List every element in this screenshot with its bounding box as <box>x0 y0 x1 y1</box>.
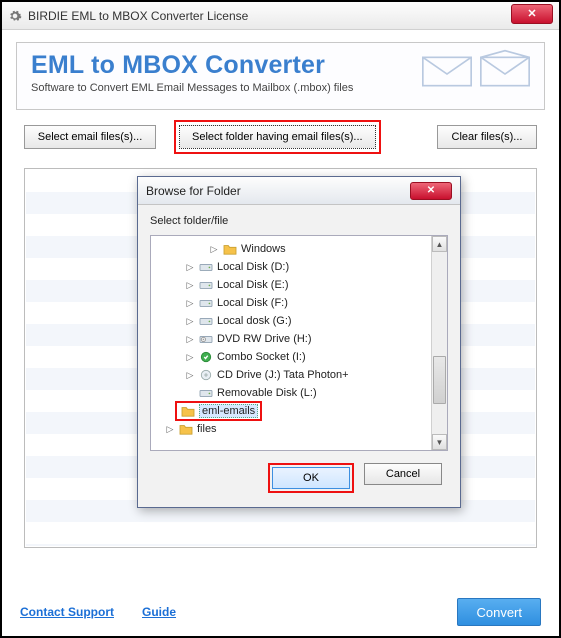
tree-node[interactable]: ▷ Local Disk (D:) <box>155 258 447 276</box>
dvd-icon <box>198 332 214 346</box>
drive-icon <box>198 296 214 310</box>
envelope-icon <box>422 49 472 89</box>
tree-node[interactable]: ▷ Local dosk (G:) <box>155 312 447 330</box>
scroll-thumb[interactable] <box>433 356 446 404</box>
drive-icon <box>198 314 214 328</box>
window-close-button[interactable]: ✕ <box>511 4 553 24</box>
scroll-down-button[interactable]: ▼ <box>432 434 447 450</box>
ok-button[interactable]: OK <box>272 467 350 489</box>
tree-node[interactable]: ▷ files <box>155 420 447 438</box>
tree-node-label[interactable]: Local Disk (F:) <box>217 297 288 309</box>
tree-node[interactable]: ▷ Local Disk (E:) <box>155 276 447 294</box>
dialog-body: Select folder/file ▷ Windows ▷ Local Disk (… <box>138 205 460 507</box>
expand-icon[interactable]: ▷ <box>185 262 195 273</box>
dialog-title: Browse for Folder <box>146 184 410 198</box>
gear-icon <box>8 9 22 23</box>
tree-node[interactable]: ▷ Local Disk (F:) <box>155 294 447 312</box>
envelope-icon <box>480 49 530 89</box>
expand-icon[interactable]: ▷ <box>185 316 195 327</box>
convert-button[interactable]: Convert <box>457 598 541 626</box>
close-icon: ✕ <box>427 185 435 196</box>
browse-folder-dialog: Browse for Folder ✕ Select folder/file ▷… <box>137 176 461 508</box>
expand-icon[interactable]: ▷ <box>185 280 195 291</box>
expand-icon[interactable]: ▷ <box>185 298 195 309</box>
tree-scrollbar[interactable]: ▲ ▼ <box>431 236 447 450</box>
expand-icon[interactable]: ▷ <box>209 244 219 255</box>
tree-node-label[interactable]: DVD RW Drive (H:) <box>217 333 312 345</box>
close-icon: ✕ <box>527 7 536 20</box>
folder-icon <box>180 404 196 418</box>
select-folder-button[interactable]: Select folder having email files(s)... <box>179 125 376 149</box>
select-folder-highlight: Select folder having email files(s)... <box>174 120 381 154</box>
cd-icon <box>198 368 214 382</box>
tree-node[interactable]: ▷ DVD RW Drive (H:) <box>155 330 447 348</box>
ok-highlight: OK <box>268 463 354 493</box>
folder-icon <box>222 242 238 256</box>
tree-node[interactable]: Removable Disk (L:) <box>155 384 447 402</box>
tree-node-label[interactable]: Local Disk (D:) <box>217 261 289 273</box>
expand-icon[interactable]: ▷ <box>185 370 195 381</box>
tree-node-label[interactable]: eml-emails <box>199 404 258 418</box>
folder-tree[interactable]: ▷ Windows ▷ Local Disk (D:) ▷ Local Disk (E:)… <box>150 235 448 451</box>
dialog-instruction: Select folder/file <box>150 215 448 227</box>
cancel-button[interactable]: Cancel <box>364 463 442 485</box>
window-title: BIRDIE EML to MBOX Converter License <box>28 9 511 23</box>
toolbar: Select email files(s)... Select folder h… <box>2 120 559 154</box>
tree-node-label[interactable]: CD Drive (J:) Tata Photon+ <box>217 369 349 381</box>
main-titlebar: BIRDIE EML to MBOX Converter License ✕ <box>2 2 559 30</box>
tree-node-label[interactable]: files <box>197 423 217 435</box>
tree-node-label[interactable]: Removable Disk (L:) <box>217 387 317 399</box>
expand-icon[interactable]: ▷ <box>185 352 195 363</box>
app-banner: EML to MBOX Converter Software to Conver… <box>16 42 545 110</box>
tree-node[interactable]: ▷ Windows <box>155 240 447 258</box>
footer: Contact Support Guide Convert <box>2 598 559 626</box>
guide-link[interactable]: Guide <box>142 605 176 619</box>
tree-node-label[interactable]: Local Disk (E:) <box>217 279 289 291</box>
tree-node[interactable]: ▷ Combo Socket (I:) <box>155 348 447 366</box>
tree-node-label[interactable]: Combo Socket (I:) <box>217 351 306 363</box>
dialog-titlebar: Browse for Folder ✕ <box>138 177 460 205</box>
drive-icon <box>198 278 214 292</box>
tree-node-label[interactable]: Windows <box>241 243 286 255</box>
clear-files-button[interactable]: Clear files(s)... <box>437 125 537 149</box>
scroll-up-button[interactable]: ▲ <box>432 236 447 252</box>
drive-icon <box>198 386 214 400</box>
contact-support-link[interactable]: Contact Support <box>20 605 114 619</box>
expand-icon[interactable]: ▷ <box>165 424 175 435</box>
folder-icon <box>178 422 194 436</box>
drive-icon <box>198 260 214 274</box>
envelope-decoration <box>422 49 530 89</box>
select-email-files-button[interactable]: Select email files(s)... <box>24 125 156 149</box>
usb-icon <box>198 350 214 364</box>
expand-icon[interactable]: ▷ <box>185 334 195 345</box>
dialog-close-button[interactable]: ✕ <box>410 182 452 200</box>
selected-node-highlight: eml-emails <box>175 401 262 421</box>
tree-node[interactable]: eml-emails <box>155 402 447 420</box>
dialog-button-row: OK Cancel <box>150 463 448 493</box>
tree-node[interactable]: ▷ CD Drive (J:) Tata Photon+ <box>155 366 447 384</box>
tree-node-label[interactable]: Local dosk (G:) <box>217 315 292 327</box>
